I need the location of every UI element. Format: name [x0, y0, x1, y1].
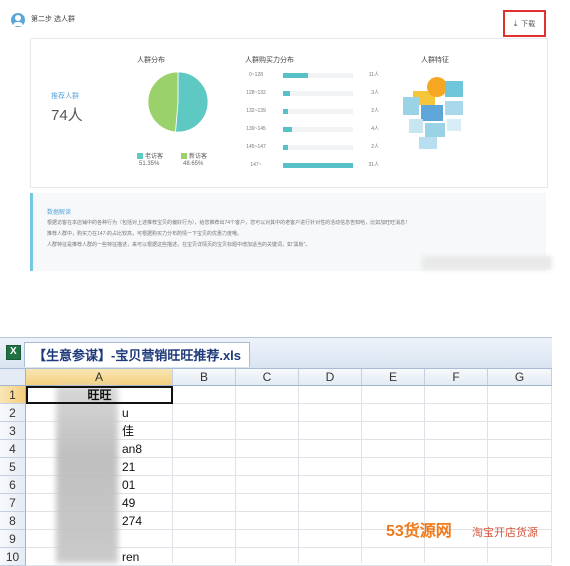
purchase-bar-row: 147~ 31人 — [231, 160, 381, 170]
user-icon — [11, 13, 25, 27]
legend-new-percent: 48.65% — [183, 161, 204, 167]
bar-count-label: 3人 — [371, 90, 379, 96]
bar-count-label: 31人 — [368, 162, 379, 168]
interpretation-line: 根据访客在本店铺中的各种行为（包括对上述推荐宝贝的偏好行为），给您推荐出74个客… — [47, 220, 411, 226]
bar-range-label: 145~147 — [246, 144, 266, 150]
distribution-pie-chart — [147, 71, 209, 133]
cell-a2[interactable]: u — [26, 404, 173, 422]
step-title: 第二步 选人群 — [31, 16, 75, 23]
bar-fill — [283, 73, 308, 78]
row-header-3[interactable]: 3 — [0, 422, 26, 440]
download-icon: ⤓ — [513, 18, 518, 28]
spreadsheet-grid[interactable]: A B C D E F G 1 2 3 4 5 6 7 8 9 10 旺旺 u 佳 an8 21 01 49 274 ren — [0, 369, 552, 566]
interpretation-line: 人群特征是推荐人群的一些特征描述，来可以根据这些描述，在宝贝详情页的宝贝标题中增… — [47, 242, 311, 248]
traits-word-cloud-image — [403, 77, 463, 149]
bar-fill — [283, 145, 288, 150]
row-header-2[interactable]: 2 — [0, 404, 26, 422]
blurred-area — [422, 256, 552, 270]
excel-window: 【生意参谋】-宝贝营销旺旺推荐.xls ABCDEFG 12345678910 旺旺… — [0, 337, 552, 566]
workbook-tab-bar: 【生意参谋】-宝贝营销旺旺推荐.xls — [0, 338, 552, 369]
column-header-b[interactable]: B — [173, 369, 236, 386]
purchase-power-title: 人群购买力分布 — [245, 57, 294, 64]
bar-fill — [283, 127, 293, 132]
watermark-text: 53货源网 — [386, 523, 452, 540]
cell-a5[interactable]: 21 — [26, 458, 173, 476]
pie-slice-0 — [175, 71, 209, 133]
bar-range-label: 0~128 — [248, 72, 264, 78]
cell-a6[interactable]: 01 — [26, 476, 173, 494]
recommended-label: 推荐人群 — [51, 93, 79, 100]
legend-old-visitors: 老访客 — [137, 151, 163, 160]
row-header-9[interactable]: 9 — [0, 530, 26, 548]
cell-a10[interactable]: ren — [26, 548, 173, 566]
interpretation-title: 数据解读 — [47, 210, 72, 216]
bar-count-label: 2人 — [371, 108, 379, 114]
select-all-corner[interactable] — [0, 369, 26, 386]
row-header-7[interactable]: 7 — [0, 494, 26, 512]
purchase-bar-row: 0~128 11人 — [231, 70, 381, 80]
legend-swatch — [137, 153, 143, 160]
bar-count-label: 11人 — [368, 72, 379, 78]
purchase-bar-row: 128~132 3人 — [231, 88, 381, 98]
column-header-a[interactable]: A — [26, 369, 173, 386]
row-header-5[interactable]: 5 — [0, 458, 26, 476]
interpretation-line: 推荐人群中，购买力在147-的占比较高，可根据购买力分布酌情一下宝贝的优惠力度哦… — [47, 231, 243, 237]
column-header-e[interactable]: E — [362, 369, 425, 386]
bar-track — [283, 127, 353, 132]
download-button[interactable]: ⤓ 下载 — [503, 10, 546, 37]
bar-count-label: 4人 — [371, 126, 379, 132]
legend-new-visitors: 新访客 — [181, 151, 207, 160]
cell-a9[interactable] — [26, 530, 173, 548]
cell-a7[interactable]: 49 — [26, 494, 173, 512]
excel-file-icon — [6, 345, 21, 360]
bar-track — [283, 145, 353, 150]
purchase-bar-row: 132~139 2人 — [231, 106, 381, 116]
cell-a3[interactable]: 佳 — [26, 422, 173, 440]
bar-range-label: 147~ — [250, 162, 262, 168]
cell-a4[interactable]: an8 — [26, 440, 173, 458]
row-header-10[interactable]: 10 — [0, 548, 26, 566]
bar-fill — [283, 163, 353, 168]
bar-range-label: 132~139 — [246, 108, 266, 114]
bar-track — [283, 109, 353, 114]
recommended-count: 74人 — [51, 107, 83, 124]
column-header-d[interactable]: D — [299, 369, 362, 386]
cell-a1-header[interactable]: 旺旺 — [26, 386, 173, 404]
row-header-4[interactable]: 4 — [0, 440, 26, 458]
watermark-site: 淘宝开店货源 — [472, 527, 538, 539]
column-header-g[interactable]: G — [488, 369, 552, 386]
column-header-f[interactable]: F — [425, 369, 488, 386]
workbook-tab[interactable]: 【生意参谋】-宝贝营销旺旺推荐.xls — [24, 342, 251, 367]
pie-slice-1 — [147, 71, 179, 133]
row-header-8[interactable]: 8 — [0, 512, 26, 530]
bar-track — [283, 91, 353, 96]
distribution-title: 人群分布 — [137, 57, 165, 64]
bar-range-label: 128~132 — [246, 90, 266, 96]
traits-title: 人群特征 — [421, 57, 449, 64]
bar-track — [283, 73, 353, 78]
bar-track — [283, 163, 353, 168]
crowd-selection-panel: 第二步 选人群 ⤓ 下载 推荐人群 74人 人群分布 老访客 51.35% 新访… — [0, 0, 560, 272]
row-header-6[interactable]: 6 — [0, 476, 26, 494]
crowd-summary-card: 推荐人群 74人 人群分布 老访客 51.35% 新访客 48.65% 人群购买… — [30, 38, 548, 188]
purchase-bar-row: 145~147 2人 — [231, 142, 381, 152]
bar-fill — [283, 91, 290, 96]
row-header-1[interactable]: 1 — [0, 386, 26, 404]
purchase-power-bars: 0~128 11人 128~132 3人 132~139 2人 139~145 4人 145~1… — [231, 70, 381, 180]
legend-old-percent: 51.35% — [139, 161, 160, 167]
legend-swatch — [181, 153, 187, 160]
bar-fill — [283, 109, 288, 114]
bar-count-label: 2人 — [371, 144, 379, 150]
download-label: 下载 — [521, 20, 536, 28]
bar-range-label: 139~145 — [246, 126, 266, 132]
cell-a8[interactable]: 274 — [26, 512, 173, 530]
column-header-c[interactable]: C — [236, 369, 299, 386]
purchase-bar-row: 139~145 4人 — [231, 124, 381, 134]
